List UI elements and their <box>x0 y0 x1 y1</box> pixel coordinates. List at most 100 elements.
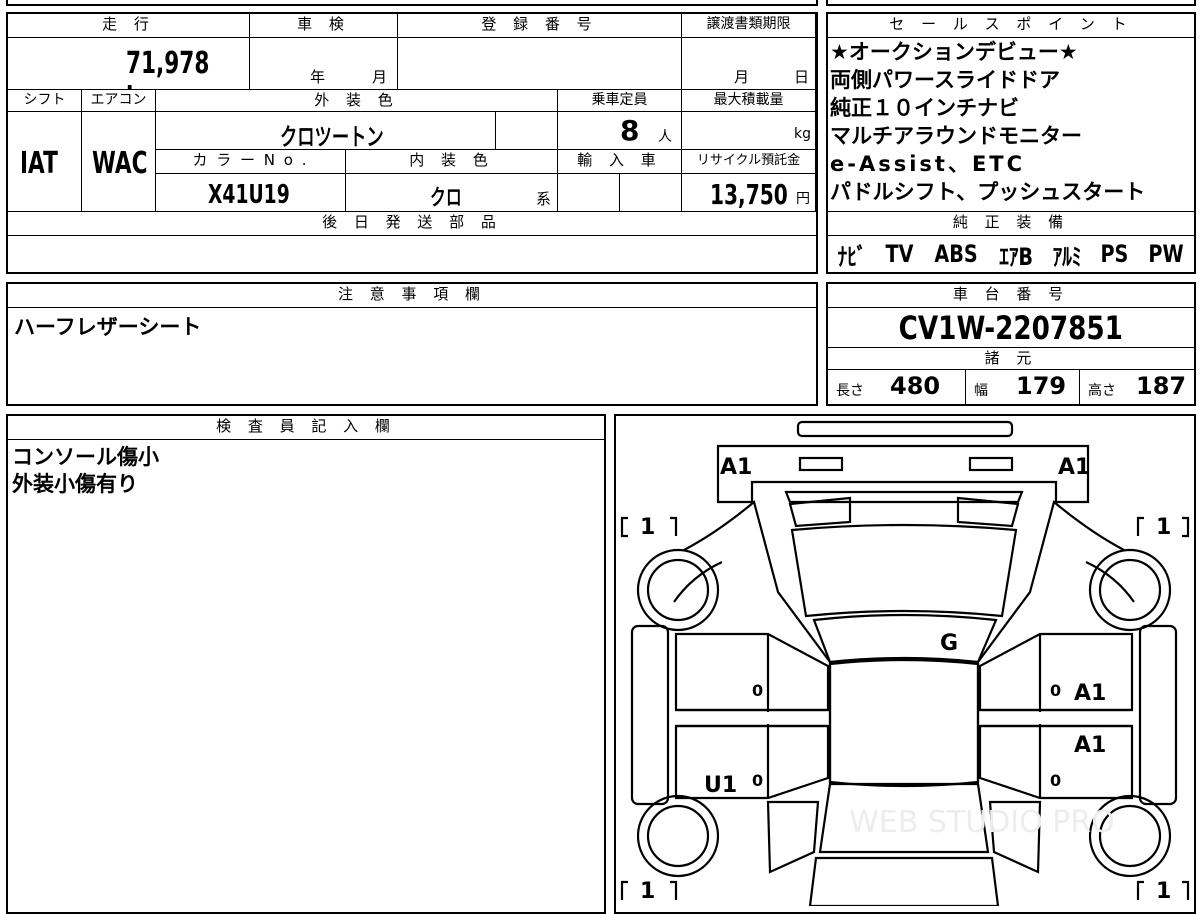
sales-point-lines: ★オークションデビュー★ 両側パワースライドドア 純正１０インチナビ マルチアラ… <box>828 38 1194 212</box>
equip-airbag: ｴｱB <box>999 242 1033 271</box>
year-unit: 年 <box>310 68 326 86</box>
equip-tv: TV <box>885 240 914 268</box>
exterior-cell: クロツートン <box>156 112 496 150</box>
mark-one-bl: 1 <box>640 879 655 904</box>
exterior-header: 外 装 色 <box>156 90 558 112</box>
import-cell-b <box>620 174 682 212</box>
chassis-box: 車 台 番 号 CV1W-2207851 諸 元 長さ 480 幅 179 高さ… <box>826 282 1196 406</box>
transfer-cell: 月 日 <box>682 38 816 90</box>
mark-one-br: 1 <box>1156 879 1171 904</box>
wheel-front-left <box>636 794 720 878</box>
capacity-unit: 人 <box>658 129 672 145</box>
notes-box: 注 意 事 項 欄 ハーフレザーシート <box>6 282 818 406</box>
capacity-value: 8 <box>620 114 640 147</box>
chassis-number: CV1W-2207851 <box>898 309 1124 347</box>
shift-value: IAT <box>20 146 58 181</box>
front-lower <box>808 856 1000 906</box>
mark-zero-right-2: 0 <box>1050 771 1061 790</box>
width-value: 179 <box>1016 372 1067 400</box>
mark-zero-left-2: 0 <box>752 771 763 790</box>
rear-lamp-right <box>968 456 1014 472</box>
center-panel <box>828 658 980 788</box>
fender-front-left <box>766 800 820 874</box>
registration-header: 登 録 番 号 <box>398 14 682 38</box>
roof-lower <box>812 613 998 664</box>
mileage-cell: 71,978 km <box>8 38 250 90</box>
length-value: 480 <box>890 372 941 400</box>
shift-header: シフト <box>8 90 82 112</box>
mark-a1-top-left: A1 <box>720 455 752 480</box>
mark-a1-right-2: A1 <box>1074 733 1106 758</box>
equip-abs: ABS <box>934 240 978 268</box>
car-diagram: WEB STUDIO PRO A1 A1 1 1 G A1 A1 U1 1 1 … <box>620 420 1190 906</box>
transfer-month: 月 <box>734 68 750 86</box>
rear-bumper <box>796 420 1014 438</box>
sales-line: マルチアラウンドモニター <box>830 124 1082 148</box>
equip-navi: ﾅﾋﾞ <box>837 242 867 271</box>
exterior-value: クロツートン <box>280 123 384 150</box>
height-cell: 高さ 187 <box>1080 370 1194 404</box>
registration-cell <box>398 38 682 90</box>
inspection-header: 車 検 <box>250 14 398 38</box>
transfer-day: 日 <box>794 68 810 86</box>
equip-alloy: ｱﾙﾐ <box>1052 242 1082 271</box>
notes-header: 注 意 事 項 欄 <box>8 284 816 308</box>
wheel-rear-left <box>636 548 720 632</box>
recycle-cell: 13,750 円 <box>682 174 816 212</box>
sales-line: 純正１０インチナビ <box>830 96 1019 120</box>
equip-pw: PW <box>1148 240 1184 268</box>
mark-g: G <box>940 631 958 656</box>
equipment-row: ﾅﾋﾞ TV ABS ｴｱB ｱﾙﾐ PS PW <box>828 236 1194 272</box>
mark-a1-top-right: A1 <box>1058 455 1090 480</box>
mark-zero-left-1: 0 <box>752 681 763 700</box>
import-cell-a <box>558 174 620 212</box>
inspection-cell: 年 月 <box>250 38 398 90</box>
mark-one-tl: 1 <box>640 515 655 540</box>
transfer-header: 譲渡書類期限 <box>682 14 816 38</box>
mark-zero-right-1: 0 <box>1050 681 1061 700</box>
interior-unit: 系 <box>536 190 552 208</box>
step-left <box>630 624 670 806</box>
color-no-cell: X41U19 <box>156 174 346 212</box>
width-label: 幅 <box>974 383 988 399</box>
color-no-header: カ ラ ー N o . <box>156 150 346 174</box>
top-strip <box>6 0 818 6</box>
mileage-value: 71,978 km <box>126 46 210 89</box>
car-diagram-box: WEB STUDIO PRO A1 A1 1 1 G A1 A1 U1 1 1 … <box>614 414 1196 914</box>
equip-ps: PS <box>1100 240 1129 268</box>
height-label: 高さ <box>1088 383 1116 399</box>
info-table: 走 行 車 検 登 録 番 号 譲渡書類期限 71,978 km 年 月 月 日… <box>6 12 818 274</box>
length-cell: 長さ 480 <box>828 370 966 404</box>
interior-value: クロ <box>430 186 462 211</box>
yen-unit: 円 <box>796 191 810 207</box>
rear-lamp-left <box>798 456 844 472</box>
exterior-extra-cell <box>496 112 558 150</box>
import-header: 輸 入 車 <box>558 150 682 174</box>
capacity-header: 乗車定員 <box>558 90 682 112</box>
color-no-value: X41U19 <box>208 180 290 210</box>
capacity-cell: 8 人 <box>558 112 682 150</box>
shift-cell: IAT <box>8 112 82 212</box>
equipment-header: 純 正 装 備 <box>828 212 1194 236</box>
ac-value: WAC <box>92 146 148 181</box>
inspector-box: 検 査 員 記 入 欄 コンソール傷小 外装小傷有り <box>6 414 606 914</box>
spec-header: 諸 元 <box>828 348 1194 370</box>
roof <box>790 523 1018 618</box>
chassis-header: 車 台 番 号 <box>828 284 1194 308</box>
wheel-rear-right <box>1088 548 1172 632</box>
inspector-lines: コンソール傷小 外装小傷有り <box>12 444 159 498</box>
maxload-header: 最大積載量 <box>682 90 816 112</box>
watermark: WEB STUDIO PRO <box>849 805 1115 840</box>
inspector-line: 外装小傷有り <box>12 472 138 496</box>
load-unit: kg <box>794 126 811 142</box>
maxload-cell: kg <box>682 112 816 150</box>
mileage-header: 走 行 <box>8 14 250 38</box>
mark-one-tr: 1 <box>1156 515 1171 540</box>
sales-point-header: セ ー ル ス ポ イ ン ト <box>828 14 1194 38</box>
sales-line: 両側パワースライドドア <box>830 68 1060 92</box>
sales-line: e-Assist、ETC <box>830 152 1026 176</box>
rear-gate <box>716 444 1090 504</box>
body-left <box>683 500 832 782</box>
month-unit: 月 <box>372 68 388 86</box>
length-label: 長さ <box>836 383 864 399</box>
